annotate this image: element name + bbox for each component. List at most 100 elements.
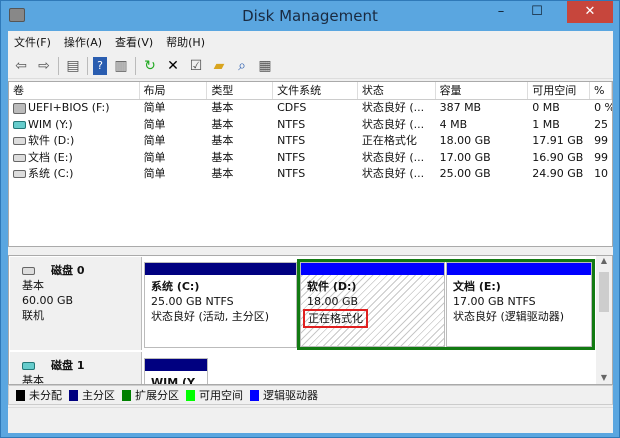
vertical-scrollbar[interactable]: ▲ ▼ xyxy=(596,256,612,384)
disk-1-label[interactable]: 磁盘 1 基本 xyxy=(10,352,142,384)
toolbar-separator xyxy=(58,56,59,75)
close-button[interactable]: ✕ xyxy=(567,1,613,23)
help-icon[interactable]: ? xyxy=(93,56,107,75)
partition-name: 系统 (C:) xyxy=(151,280,200,293)
cell-free: 24.90 GB xyxy=(528,166,590,183)
table-row[interactable]: 软件 (D:) 简单 基本 NTFS 正在格式化 18.00 GB 17.91 GB 99 xyxy=(9,133,612,150)
cell-text: 10 xyxy=(594,167,609,180)
cell-text: 16.90 GB xyxy=(532,150,584,164)
cell-status: 状态良好 (... xyxy=(358,117,436,134)
table-row[interactable]: WIM (Y:) 简单 基本 NTFS 状态良好 (... 4 MB 1 MB 25 xyxy=(9,117,612,134)
cell-type: 基本 xyxy=(207,117,273,134)
refresh-icon[interactable]: ↻ xyxy=(141,57,159,75)
pane-splitter[interactable] xyxy=(8,247,613,255)
cell-volume: 系统 (C:) xyxy=(9,166,140,183)
cell-text: NTFS xyxy=(277,134,306,147)
legend-label: 扩展分区 xyxy=(135,389,179,402)
toolbar: ⇦ ⇨ ▤ ? ▥ ↻ ✕ ☑ ▰ ⌕ ▦ xyxy=(8,53,613,79)
cell-text: WIM (Y:) xyxy=(28,117,73,131)
cell-text: 基本 xyxy=(211,101,234,114)
volume-rows: UEFI+BIOS (F:) 简单 基本 CDFS 状态良好 (... 387 MB 0 M… xyxy=(9,100,612,183)
cell-text: NTFS xyxy=(277,150,306,164)
partition-y[interactable]: WIM (Y xyxy=(144,358,208,385)
disk-type: 基本 xyxy=(22,279,44,292)
table-row[interactable]: UEFI+BIOS (F:) 简单 基本 CDFS 状态良好 (... 387 MB 0 M… xyxy=(9,100,612,117)
disk-icon xyxy=(22,267,35,275)
cell-status: 状态良好 (... xyxy=(358,150,436,167)
cell-layout: 简单 xyxy=(140,100,208,117)
legend-label: 主分区 xyxy=(82,389,115,402)
legend-label: 逻辑驱动器 xyxy=(263,389,318,402)
scroll-down-icon[interactable]: ▼ xyxy=(596,373,612,382)
cell-free: 0 MB xyxy=(528,100,590,117)
col-filesystem[interactable]: 文件系统 xyxy=(273,82,358,99)
menu-help[interactable]: 帮助(H) xyxy=(166,34,205,50)
cell-text: 18.00 GB xyxy=(439,134,491,147)
cell-text: 系统 (C:) xyxy=(28,167,74,180)
open-folder-icon[interactable]: ▰ xyxy=(210,57,228,75)
minimize-button[interactable]: – xyxy=(487,1,515,23)
menu-action[interactable]: 操作(A) xyxy=(64,34,102,50)
explore-icon[interactable]: ⌕ xyxy=(233,57,251,75)
disk-0-label[interactable]: 磁盘 0 基本 60.00 GB 联机 xyxy=(10,257,142,350)
col-layout[interactable]: 布局 xyxy=(140,82,208,99)
cell-text: 17.00 GB xyxy=(439,150,491,164)
cell-text: 4 MB xyxy=(439,117,468,131)
col-percent[interactable]: % xyxy=(590,82,612,99)
col-type[interactable]: 类型 xyxy=(207,82,274,99)
logical-drive-bar xyxy=(447,263,591,275)
action-pane-icon[interactable]: ▥ xyxy=(112,57,130,75)
cell-filesystem: CDFS xyxy=(273,100,358,117)
menu-bar: 文件(F) 操作(A) 查看(V) 帮助(H) xyxy=(8,31,613,53)
cell-text: 简单 xyxy=(143,101,166,114)
cell-type: 基本 xyxy=(207,133,273,150)
col-capacity[interactable]: 容量 xyxy=(436,82,529,99)
col-volume[interactable]: 卷 xyxy=(9,82,140,99)
rescan-icon[interactable]: ▦ xyxy=(256,57,274,75)
scrollbar-thumb[interactable] xyxy=(599,272,609,312)
disk-graph-pane: 磁盘 0 基本 60.00 GB 联机 系统 (C:) 25.00 GB NTFS… xyxy=(8,255,613,385)
cell-text: 状态良好 (... xyxy=(361,101,425,114)
cell-text: 状态良好 (... xyxy=(361,150,425,164)
cell-filesystem: NTFS xyxy=(273,117,358,134)
cell-capacity: 17.00 GB xyxy=(436,150,529,167)
cell-text: 基本 xyxy=(211,134,234,147)
primary-partition-bar xyxy=(145,359,207,371)
cell-text: 25.00 GB xyxy=(439,167,491,180)
cell-layout: 简单 xyxy=(140,117,208,134)
menu-view[interactable]: 查看(V) xyxy=(115,34,153,50)
volume-list: 卷 布局 类型 文件系统 状态 容量 可用空间 % UEFI+BIOS (F:)… xyxy=(8,81,613,247)
disk-icon xyxy=(13,120,26,129)
col-status[interactable]: 状态 xyxy=(358,82,436,99)
scroll-up-icon[interactable]: ▲ xyxy=(596,256,612,265)
menu-file[interactable]: 文件(F) xyxy=(14,34,51,50)
cell-free: 1 MB xyxy=(528,117,590,134)
legend: 未分配 主分区 扩展分区 可用空间 逻辑驱动器 xyxy=(8,385,613,405)
cell-text: 简单 xyxy=(143,150,166,164)
table-row[interactable]: 文档 (E:) 简单 基本 NTFS 状态良好 (... 17.00 GB 16.90 GB… xyxy=(9,150,612,167)
console-tree-icon[interactable]: ▤ xyxy=(64,57,82,75)
back-arrow-icon[interactable]: ⇦ xyxy=(12,57,30,75)
properties-icon[interactable]: ☑ xyxy=(187,57,205,75)
col-free[interactable]: 可用空间 xyxy=(528,82,591,99)
status-bar xyxy=(8,407,613,431)
cell-type: 基本 xyxy=(207,100,273,117)
partition-c[interactable]: 系统 (C:) 25.00 GB NTFS 状态良好 (活动, 主分区) xyxy=(144,262,297,348)
forward-arrow-icon[interactable]: ⇨ xyxy=(35,57,53,75)
cell-text: 24.90 GB xyxy=(532,167,584,180)
partition-e[interactable]: 文档 (E:) 17.00 GB NTFS 状态良好 (逻辑驱动器) xyxy=(446,262,592,347)
cell-text: 状态良好 (... xyxy=(361,167,425,180)
partition-d[interactable]: 软件 (D:) 18.00 GB 正在格式化 xyxy=(300,262,445,347)
partition-name: WIM (Y xyxy=(151,376,195,385)
disk-name: 磁盘 0 xyxy=(51,264,85,277)
disk-icon xyxy=(13,137,26,145)
cell-percent: 25 xyxy=(590,117,612,134)
cell-capacity: 25.00 GB xyxy=(436,166,529,183)
delete-icon[interactable]: ✕ xyxy=(164,57,182,75)
disk-name: 磁盘 1 xyxy=(51,359,85,372)
table-row[interactable]: 系统 (C:) 简单 基本 NTFS 状态良好 (... 25.00 GB 24.90 GB… xyxy=(9,166,612,183)
cell-status: 正在格式化 xyxy=(358,133,436,150)
cd-drive-icon xyxy=(13,102,26,114)
maximize-button[interactable]: ☐ xyxy=(523,1,551,23)
cell-text: NTFS xyxy=(277,167,306,180)
